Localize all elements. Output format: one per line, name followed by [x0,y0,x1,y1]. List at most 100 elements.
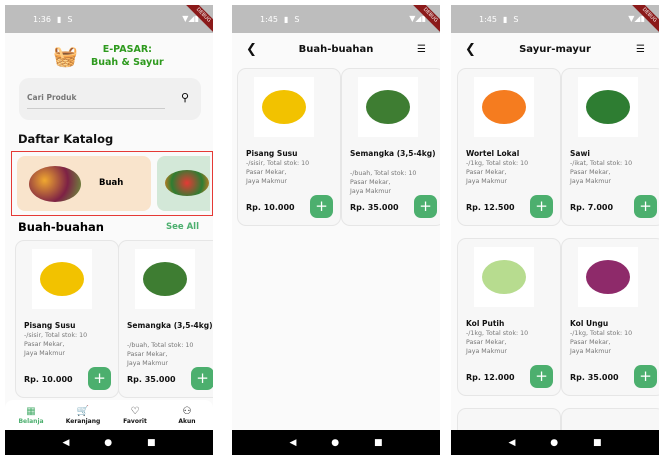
nav-label: Belanja [18,418,44,425]
product-image [474,77,534,137]
home-nav-icon[interactable]: ● [550,438,558,448]
page-title: Sayur-mayur [519,43,591,55]
bottom-nav: ▦ Belanja 🛒 Keranjang ♡ Favorit ⚇ Akun [5,400,213,430]
status-bar: 1:45 ▮ S ▼◢▮ DEBUG [451,5,659,33]
nav-item-belanja[interactable]: ▦ Belanja [9,405,53,425]
product-card[interactable]: Pisang Susu -/sisir, Total stok: 10 Pasa… [15,240,119,398]
status-bar: 1:45 ▮ S ▼◢▮ DEBUG [232,5,440,33]
section-title: Buah-buahan [18,220,104,234]
add-to-cart-button[interactable]: + [88,367,111,390]
add-to-cart-button[interactable]: + [634,195,657,218]
product-card[interactable]: Sawi -/ikat, Total stok: 10 Pasar Mekar,… [561,68,659,226]
product-card-partial[interactable] [457,408,561,430]
search-icon[interactable]: ⚲ [181,91,189,104]
back-arrow-icon[interactable]: ❮ [246,42,257,57]
product-price: Rp. 35.000 [127,375,176,384]
product-seller: Jaya Makmur [466,178,507,185]
product-unit-stock: -/buah, Total stok: 10 [127,342,194,349]
product-seller: Jaya Makmur [246,178,287,185]
sim-icon: ▮ [56,14,62,24]
product-price: Rp. 10.000 [24,375,73,384]
see-all-link[interactable]: See All [166,222,199,232]
page-header: ❮ Sayur-mayur ☰ [451,35,659,63]
add-to-cart-button[interactable]: + [191,367,213,390]
status-bar: 1:36 ▮ S ▼◢▮ DEBUG [5,5,213,33]
back-nav-icon[interactable]: ◀ [508,438,515,448]
sim-icon: ▮ [283,14,289,24]
sort-filter-icon[interactable]: ☰ [636,44,645,55]
nav-label: Favorit [123,418,147,425]
sort-filter-icon[interactable]: ☰ [417,44,426,55]
recents-nav-icon[interactable]: ■ [147,438,156,448]
product-price: Rp. 7.000 [570,203,614,212]
sim-icon: ▮ [502,14,508,24]
back-arrow-icon[interactable]: ❮ [465,42,476,57]
home-nav-icon[interactable]: ● [104,438,112,448]
nav-item-keranjang[interactable]: 🛒 Keranjang [61,405,105,425]
product-image [358,77,418,137]
heart-icon: ♡ [130,406,140,417]
page-title: Buah-buahan [298,43,374,55]
catalog-carousel[interactable]: Buah Sayur [11,151,213,216]
catalog-item-sayur[interactable]: Sayur [157,156,210,211]
home-nav-icon[interactable]: ● [331,438,339,448]
back-nav-icon[interactable]: ◀ [62,438,69,448]
product-card-partial[interactable] [561,408,659,430]
catalog-item-buah[interactable]: Buah [17,156,151,211]
product-unit-stock: -/buah, Total stok: 10 [350,170,417,177]
status-time: 1:45 [479,14,497,24]
product-market: Pasar Mekar, [570,339,611,346]
product-market: Pasar Mekar, [570,169,611,176]
product-seller: Jaya Makmur [570,178,611,185]
product-name: Semangka (3,5-4kg) [350,149,436,158]
page-header: ❮ Buah-buahan ☰ [232,35,440,63]
product-price: Rp. 35.000 [570,373,619,382]
product-image [254,77,314,137]
product-card[interactable]: Kol Ungu -/1kg, Total stok: 10 Pasar Mek… [561,238,659,396]
add-to-cart-button[interactable]: + [414,195,437,218]
back-nav-icon[interactable]: ◀ [289,438,296,448]
product-market: Pasar Mekar, [24,341,65,348]
phone-screen-2: 1:45 ▮ S ▼◢▮ DEBUG ❮ Buah-buahan ☰ Pisang Susu … [232,5,440,455]
catalog-heading: Daftar Katalog [18,132,114,146]
add-to-cart-button[interactable]: + [634,365,657,388]
fruit-basket-image [29,166,81,202]
search-box[interactable]: Cari Produk ⚲ [19,78,201,120]
recents-nav-icon[interactable]: ■ [593,438,602,448]
app-logo-basket-icon: 🧺 [53,44,78,68]
product-image [474,247,534,307]
sync-icon: S [513,14,519,24]
product-seller: Jaya Makmur [466,348,507,355]
product-card[interactable]: Semangka (3,5-4kg) -/buah, Total stok: 1… [341,68,440,226]
product-price: Rp. 12.000 [466,373,515,382]
status-time: 1:45 [260,14,278,24]
product-name: Kol Ungu [570,319,609,328]
product-card[interactable]: Kol Putih -/1kg, Total stok: 10 Pasar Me… [457,238,561,396]
product-market: Pasar Mekar, [246,169,287,176]
app-title: E-PASAR: Buah & Sayur [91,43,164,69]
product-unit-stock: -/1kg, Total stok: 10 [466,330,529,337]
product-card[interactable]: Wortel Lokal -/1kg, Total stok: 10 Pasar… [457,68,561,226]
product-image [578,247,638,307]
product-card[interactable]: Pisang Susu -/sisir, Total stok: 10 Pasa… [237,68,341,226]
cart-icon: 🛒 [76,406,90,417]
product-seller: Jaya Makmur [24,350,65,357]
app-title-line2: Buah & Sayur [91,57,164,68]
product-card[interactable]: Semangka (3,5-4kg) -/buah, Total stok: 1… [118,240,213,398]
product-image [135,249,195,309]
search-input[interactable]: Cari Produk [27,93,165,109]
add-to-cart-button[interactable]: + [530,195,553,218]
product-name: Sawi [570,149,590,158]
sync-icon: S [294,14,300,24]
product-name: Pisang Susu [246,149,298,158]
product-image [578,77,638,137]
screenshot-root: 1:36 ▮ S ▼◢▮ DEBUG 🧺 E-PASAR: Buah & Sayur Ca… [0,0,663,460]
nav-item-akun[interactable]: ⚇ Akun [165,405,209,425]
add-to-cart-button[interactable]: + [530,365,553,388]
app-title-line1: E-PASAR: [102,44,152,55]
add-to-cart-button[interactable]: + [310,195,333,218]
recents-nav-icon[interactable]: ■ [374,438,383,448]
product-image [32,249,92,309]
phone-screen-3: 1:45 ▮ S ▼◢▮ DEBUG ❮ Sayur-mayur ☰ Wortel Lokal… [451,5,659,455]
nav-item-favorit[interactable]: ♡ Favorit [113,405,157,425]
